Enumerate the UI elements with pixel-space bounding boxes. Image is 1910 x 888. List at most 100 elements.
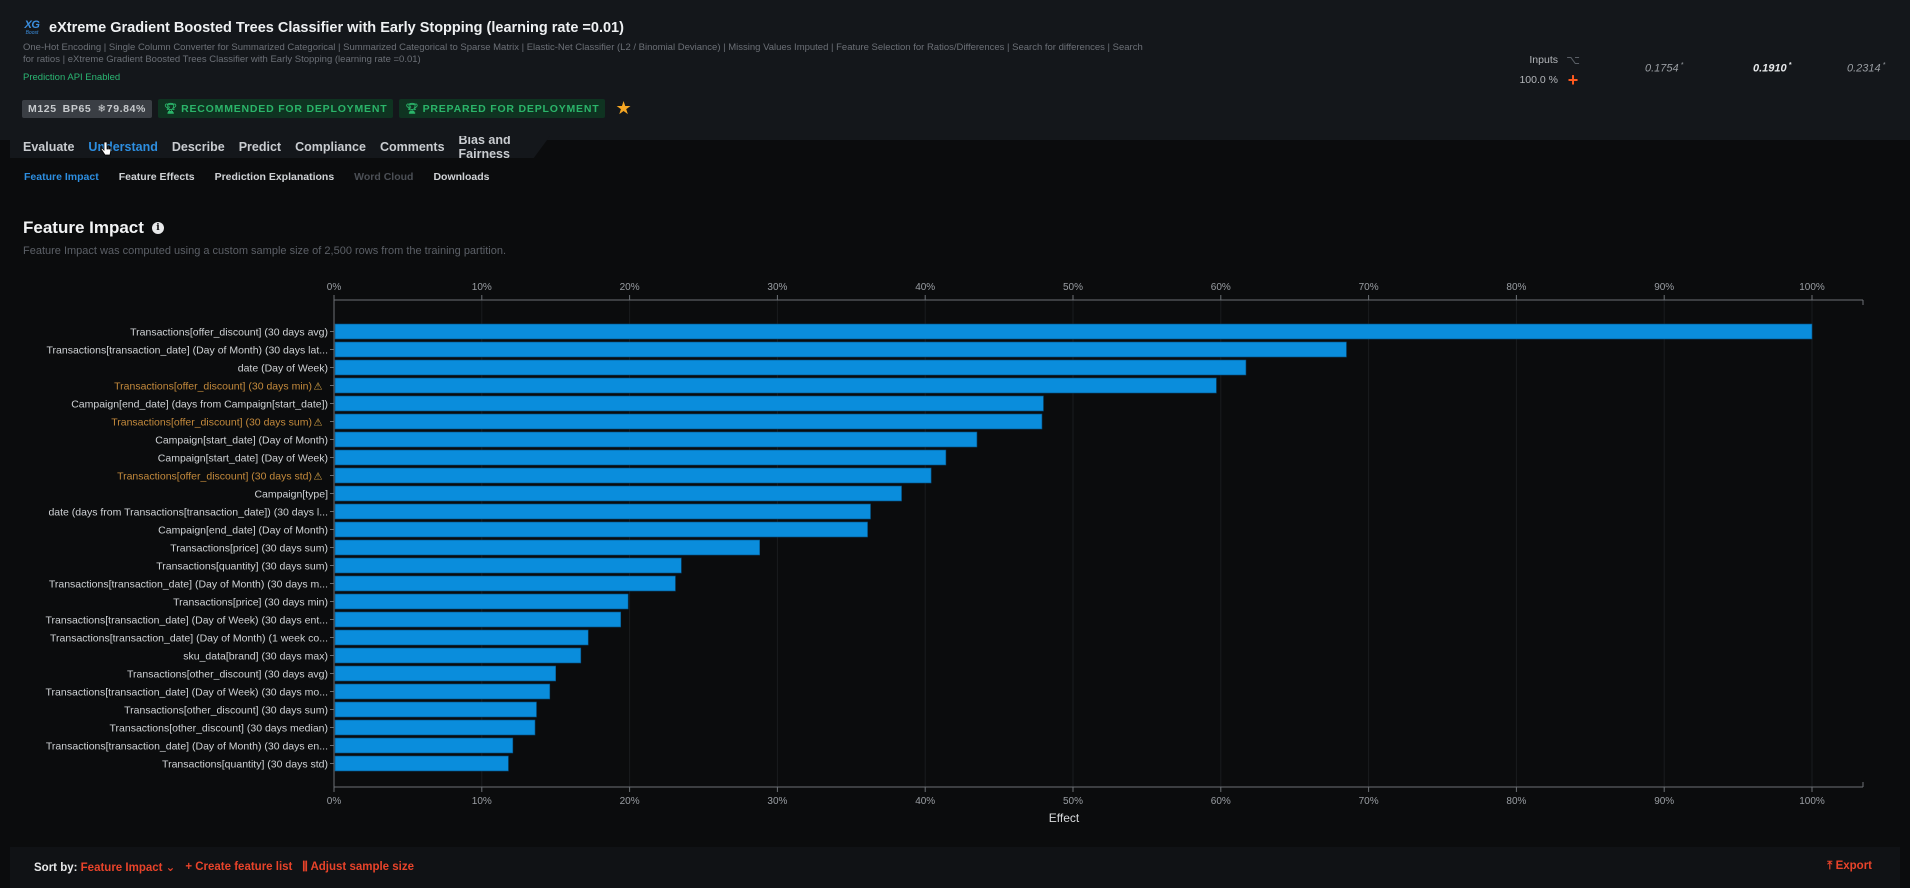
metric-mark: * — [1882, 62, 1886, 69]
tab-predict[interactable]: Predict — [239, 140, 281, 154]
prepared-label: PREPARED FOR DEPLOYMENT — [422, 102, 600, 115]
bar[interactable] — [334, 593, 629, 610]
tab-evaluate[interactable]: Evaluate — [23, 140, 74, 154]
bar[interactable] — [334, 467, 932, 484]
tab-understand[interactable]: Understand — [88, 140, 157, 154]
bar[interactable] — [334, 413, 1043, 430]
feature-label[interactable]: Transactions[other_discount] (30 days me… — [110, 723, 328, 735]
feature-label[interactable]: Campaign[start_date] (Day of Month) — [155, 435, 328, 447]
bar[interactable] — [334, 737, 514, 754]
feature-label[interactable]: date (days from Transactions[transaction… — [48, 507, 328, 519]
feature-label[interactable]: Transactions[price] (30 days sum) — [170, 543, 328, 555]
feature-label[interactable]: Transactions[transaction_date] (Day of M… — [47, 345, 329, 357]
bar[interactable] — [334, 719, 536, 736]
bar[interactable] — [334, 575, 676, 592]
bar[interactable] — [334, 377, 1217, 394]
bar[interactable] — [334, 521, 868, 538]
bar[interactable] — [334, 431, 978, 448]
x-tick-label-top: 70% — [1359, 282, 1379, 293]
bar[interactable] — [334, 323, 1813, 340]
network-icon[interactable]: ⌥ — [1566, 53, 1580, 67]
warning-icon: ⚠ — [314, 472, 323, 483]
recommended-label: RECOMMENDED FOR DEPLOYMENT — [181, 102, 388, 115]
bar[interactable] — [334, 359, 1247, 376]
subtab-prediction-explanations[interactable]: Prediction Explanations — [215, 171, 335, 183]
bar[interactable] — [334, 611, 622, 628]
prepared-badge: 🏆︎ PREPARED FOR DEPLOYMENT — [399, 99, 606, 118]
metric-value: 0.1910 — [1753, 62, 1787, 75]
section-description: Feature Impact was computed using a cust… — [23, 245, 507, 257]
feature-label[interactable]: date (Day of Week) — [238, 363, 328, 375]
info-icon[interactable]: i — [151, 222, 164, 234]
feature-label[interactable]: Transactions[transaction_date] (Day of M… — [46, 741, 328, 753]
footer-actions: Sort by: Feature Impact ⌄ + Create featu… — [34, 860, 414, 875]
feature-label[interactable]: Transactions[quantity] (30 days sum) — [156, 561, 328, 573]
metric-holdout: 0.2314 * — [1847, 62, 1885, 75]
feature-label[interactable]: Transactions[offer_discount] (30 days mi… — [114, 381, 312, 393]
model-title-row: XG Boost eXtreme Gradient Boosted Trees … — [23, 18, 624, 38]
feature-label[interactable]: Transactions[other_discount] (30 days av… — [127, 669, 328, 681]
bar[interactable] — [334, 701, 537, 718]
x-tick-label-bottom: 60% — [1211, 796, 1231, 807]
x-tick-label-top: 80% — [1506, 282, 1526, 293]
feature-label[interactable]: Transactions[transaction_date] (Day of W… — [46, 687, 328, 699]
trophy-icon: 🏆︎ — [163, 103, 179, 115]
tab-compliance[interactable]: Compliance — [295, 140, 366, 154]
subtab-feature-impact[interactable]: Feature Impact — [24, 171, 99, 183]
tab-describe[interactable]: Describe — [172, 140, 225, 154]
sample-pct: 79.84% — [106, 102, 146, 115]
star-icon[interactable]: ★ — [615, 98, 631, 119]
x-tick-label-top: 90% — [1654, 282, 1674, 293]
bar[interactable] — [334, 449, 947, 466]
feature-label[interactable]: Transactions[offer_discount] (30 days st… — [117, 471, 312, 483]
adjust-sample-size-button[interactable]: ⫼ Adjust sample size — [302, 861, 414, 874]
x-tick-label-top: 100% — [1799, 282, 1825, 293]
feature-label[interactable]: Campaign[start_date] (Day of Week) — [158, 453, 328, 465]
feature-label[interactable]: Transactions[price] (30 days min) — [173, 597, 328, 609]
trophy-icon: 🏆︎ — [405, 103, 420, 115]
bar[interactable] — [334, 539, 760, 556]
feature-label[interactable]: Transactions[transaction_date] (Day of M… — [50, 633, 328, 645]
bar[interactable] — [334, 629, 589, 646]
bar[interactable] — [334, 503, 871, 520]
blueprint-line-2: for ratios | eXtreme Gradient Boosted Tr… — [23, 54, 421, 65]
subtab-feature-effects[interactable]: Feature Effects — [119, 171, 195, 183]
x-tick-label-bottom: 10% — [472, 796, 492, 807]
feature-label[interactable]: Transactions[quantity] (30 days std) — [162, 759, 328, 771]
feature-label[interactable]: Transactions[transaction_date] (Day of W… — [46, 615, 328, 627]
feature-label[interactable]: Campaign[type] — [254, 489, 328, 501]
metric-validation: 0.1754 * — [1645, 62, 1683, 75]
create-feature-list-button[interactable]: + Create feature list — [185, 861, 292, 873]
x-tick-label-bottom: 50% — [1063, 796, 1083, 807]
bar[interactable] — [334, 647, 582, 664]
feature-label[interactable]: Transactions[transaction_date] (Day of M… — [49, 579, 328, 591]
bar[interactable] — [334, 485, 902, 502]
bar[interactable] — [334, 557, 682, 574]
bar[interactable] — [334, 341, 1347, 358]
x-tick-label-top: 60% — [1211, 282, 1231, 293]
sort-label: Sort by: — [34, 862, 78, 874]
tab-comments[interactable]: Comments — [380, 140, 445, 154]
feature-label[interactable]: Transactions[offer_discount] (30 days av… — [130, 327, 328, 339]
bar[interactable] — [334, 755, 509, 772]
feature-label[interactable]: Transactions[other_discount] (30 days su… — [124, 705, 328, 717]
bar[interactable] — [334, 665, 556, 682]
subtab-downloads[interactable]: Downloads — [433, 171, 489, 183]
plus-icon[interactable]: + — [1566, 71, 1580, 89]
chevron-down-icon: ⌄ — [165, 862, 176, 874]
metric-cross-validation: 0.1910 * — [1753, 62, 1791, 75]
model-header: XG Boost eXtreme Gradient Boosted Trees … — [0, 0, 1910, 140]
feature-label[interactable]: Campaign[end_date] (days from Campaign[s… — [71, 399, 328, 411]
feature-label[interactable]: sku_data[brand] (30 days max) — [183, 651, 328, 663]
bar[interactable] — [334, 683, 551, 700]
x-tick-label-bottom: 70% — [1359, 796, 1379, 807]
tab-bias-and-fairness[interactable]: Bias and Fairness — [459, 136, 550, 158]
feature-label[interactable]: Transactions[offer_discount] (30 days su… — [111, 417, 312, 429]
sliders-icon: ⫼ — [302, 860, 308, 873]
main-tabs: Evaluate Understand Describe Predict Com… — [10, 136, 550, 158]
inputs-block: Inputs ⌥ 100.0 % + — [1500, 50, 1580, 90]
feature-label[interactable]: Campaign[end_date] (Day of Month) — [158, 525, 328, 537]
export-button[interactable]: ⤒ Export — [1827, 860, 1872, 873]
bar[interactable] — [334, 395, 1044, 412]
sort-dropdown[interactable]: Feature Impact ⌄ — [81, 862, 176, 874]
